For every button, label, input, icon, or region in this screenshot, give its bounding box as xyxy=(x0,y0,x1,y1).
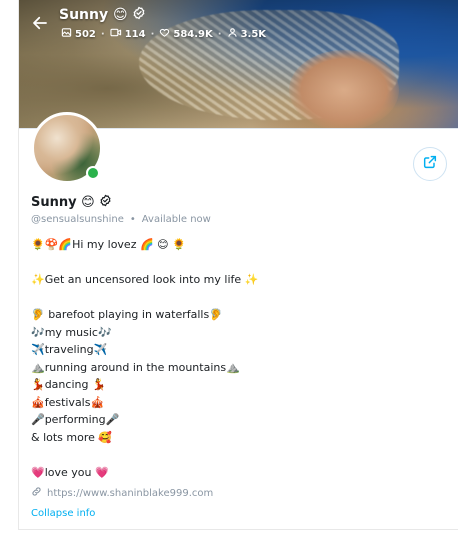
bio-line: 🌻🍄🌈Hi my lovez 🌈 😊 🌻 xyxy=(31,238,186,251)
videos-stat: 114 xyxy=(110,27,146,41)
bio-blank-line xyxy=(31,446,441,464)
stat-separator: · xyxy=(150,28,155,40)
separator-dot: • xyxy=(129,214,136,225)
photos-count: 502 xyxy=(75,28,96,40)
back-arrow-icon[interactable] xyxy=(31,14,51,34)
profile-subtitle: @sensualsunshine • Available now xyxy=(31,214,211,225)
link-icon xyxy=(31,486,42,500)
bio-line: 🎤performing🎤 xyxy=(31,413,120,426)
verified-icon xyxy=(99,194,112,211)
image-icon xyxy=(61,27,72,41)
bio-line: ✈️traveling✈️ xyxy=(31,343,108,356)
availability-status: Available now xyxy=(141,214,211,225)
bio-line: 💃dancing 💃 xyxy=(31,378,106,391)
profile-card: Sunny 😊 502 · 114 · 584.9K · 3.5K Sunny … xyxy=(18,0,458,530)
header-name-text: Sunny 😊 xyxy=(59,7,128,23)
header-title: Sunny 😊 xyxy=(59,6,146,24)
stat-separator: · xyxy=(217,28,222,40)
bio-line: ✨Get an uncensored look into my life ✨ xyxy=(31,273,259,286)
bio-blank-line xyxy=(31,289,441,307)
heart-icon xyxy=(159,27,170,41)
videos-count: 114 xyxy=(124,28,146,40)
user-icon xyxy=(227,27,238,41)
profile-name: Sunny 😊 xyxy=(31,194,112,211)
username[interactable]: @sensualsunshine xyxy=(31,214,124,225)
collapse-info-link[interactable]: Collapse info xyxy=(31,508,95,519)
online-status-dot xyxy=(86,166,100,180)
likes-stat: 584.9K xyxy=(159,27,213,41)
profile-page: Sunny 😊 502 · 114 · 584.9K · 3.5K Sunny … xyxy=(0,0,458,534)
likes-count: 584.9K xyxy=(173,28,213,40)
fans-stat: 3.5K xyxy=(227,27,266,41)
verified-icon xyxy=(132,6,146,24)
bio-line: 🎪festivals🎪 xyxy=(31,395,105,409)
fans-count: 3.5K xyxy=(240,28,267,40)
bio-line: 💗love you 💗 xyxy=(31,465,109,479)
header-stats: 502 · 114 · 584.9K · 3.5K xyxy=(61,27,266,41)
bio-section: 🌻🍄🌈Hi my lovez 🌈 😊 🌻 ✨Get an uncensored … xyxy=(31,236,441,481)
bio-line: & lots more 🥰 xyxy=(31,430,113,444)
stat-separator: · xyxy=(100,28,105,40)
profile-name-text: Sunny 😊 xyxy=(31,195,95,210)
bio-line: 🦻 barefoot playing in waterfalls🦻 xyxy=(31,308,223,321)
website-link[interactable]: https://www.shaninblake999.com xyxy=(31,486,213,500)
share-icon xyxy=(422,154,438,174)
bio-line: 🎶my music🎶 xyxy=(31,325,112,339)
avatar-container[interactable] xyxy=(31,112,103,184)
bio-blank-line xyxy=(31,254,441,272)
website-url[interactable]: https://www.shaninblake999.com xyxy=(47,488,213,499)
video-icon xyxy=(110,27,122,41)
share-button[interactable] xyxy=(413,147,447,181)
bio-line: ⛰️running around in the mountains⛰️ xyxy=(31,360,240,374)
photos-stat: 502 xyxy=(61,27,96,41)
